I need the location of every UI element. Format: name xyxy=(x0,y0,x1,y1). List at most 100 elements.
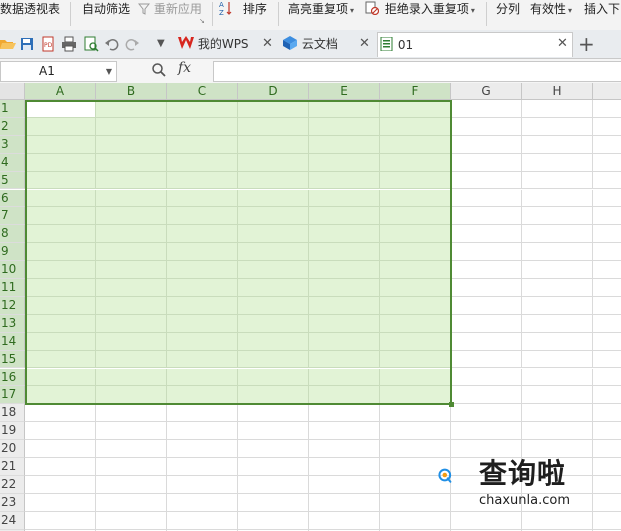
redo-icon[interactable] xyxy=(124,36,140,52)
cell[interactable] xyxy=(380,511,451,530)
cell[interactable] xyxy=(451,511,522,530)
cell[interactable] xyxy=(593,190,621,208)
save-icon[interactable] xyxy=(19,36,35,52)
cell[interactable] xyxy=(451,261,522,279)
cell[interactable] xyxy=(238,296,309,315)
highlight-duplicates-button[interactable]: 高亮重复项 ▾ xyxy=(288,0,354,22)
cell[interactable] xyxy=(593,458,621,476)
cell[interactable] xyxy=(593,476,621,494)
cell[interactable] xyxy=(451,296,522,315)
cell[interactable] xyxy=(380,117,451,136)
cell[interactable] xyxy=(309,135,380,154)
cell[interactable] xyxy=(238,493,309,512)
cell[interactable] xyxy=(593,422,621,441)
cell[interactable] xyxy=(25,225,96,244)
cell[interactable] xyxy=(238,171,309,190)
active-cell[interactable] xyxy=(25,100,96,118)
cell[interactable] xyxy=(96,171,167,190)
cell[interactable] xyxy=(96,135,167,154)
autofilter-button[interactable]: 自动筛选 xyxy=(82,0,130,22)
cell[interactable] xyxy=(25,135,96,154)
dialog-launcher-icon[interactable]: ↘ xyxy=(199,18,205,25)
cell[interactable] xyxy=(25,314,96,333)
cell[interactable] xyxy=(238,368,309,387)
insert-dropdown-button[interactable]: 插入下 xyxy=(584,0,620,22)
cell[interactable] xyxy=(238,458,309,476)
cell[interactable] xyxy=(238,475,309,494)
cell[interactable] xyxy=(451,404,522,423)
cell[interactable] xyxy=(380,314,451,333)
column-header-g[interactable]: G xyxy=(451,83,522,100)
cell[interactable] xyxy=(593,118,621,136)
row-header-2[interactable]: 2 xyxy=(0,117,25,136)
cell[interactable] xyxy=(167,117,238,136)
cell[interactable] xyxy=(25,458,96,476)
cell[interactable] xyxy=(167,332,238,351)
cell[interactable] xyxy=(593,279,621,297)
cell[interactable] xyxy=(167,350,238,369)
cell[interactable] xyxy=(451,314,522,333)
cell[interactable] xyxy=(380,422,451,441)
cell[interactable] xyxy=(593,351,621,369)
cell[interactable] xyxy=(451,350,522,369)
cell[interactable] xyxy=(167,261,238,279)
cell[interactable] xyxy=(522,261,593,279)
cell[interactable] xyxy=(522,189,593,208)
cell[interactable] xyxy=(593,100,621,118)
column-header-overflow[interactable] xyxy=(593,83,621,100)
cell[interactable] xyxy=(238,511,309,530)
cell[interactable] xyxy=(380,189,451,208)
cell[interactable] xyxy=(167,171,238,190)
cell[interactable] xyxy=(522,296,593,315)
cell[interactable] xyxy=(309,386,380,405)
cell[interactable] xyxy=(380,243,451,262)
cell[interactable] xyxy=(25,350,96,369)
cell[interactable] xyxy=(167,100,238,118)
cell[interactable] xyxy=(25,475,96,494)
formula-input[interactable] xyxy=(213,61,621,82)
cell[interactable] xyxy=(25,440,96,458)
cell[interactable] xyxy=(593,369,621,387)
cell[interactable] xyxy=(451,368,522,387)
cell[interactable] xyxy=(96,332,167,351)
cell[interactable] xyxy=(380,279,451,297)
cell[interactable] xyxy=(96,458,167,476)
cell[interactable] xyxy=(96,422,167,441)
cell[interactable] xyxy=(593,386,621,405)
cell[interactable] xyxy=(238,350,309,369)
cell[interactable] xyxy=(309,368,380,387)
row-header-23[interactable]: 23 xyxy=(0,493,25,512)
cell[interactable] xyxy=(309,243,380,262)
cell[interactable] xyxy=(25,153,96,172)
cell[interactable] xyxy=(167,404,238,423)
cell[interactable] xyxy=(238,261,309,279)
column-header-b[interactable]: B xyxy=(96,83,167,100)
cell[interactable] xyxy=(25,332,96,351)
quick-access-more-icon[interactable]: ▼ xyxy=(157,32,165,56)
cell[interactable] xyxy=(238,100,309,118)
cell[interactable] xyxy=(167,493,238,512)
row-header-7[interactable]: 7 xyxy=(0,207,25,226)
cell[interactable] xyxy=(380,261,451,279)
cell[interactable] xyxy=(96,261,167,279)
cell[interactable] xyxy=(167,296,238,315)
cell[interactable] xyxy=(96,117,167,136)
cell[interactable] xyxy=(167,511,238,530)
tab-sheet-01[interactable]: 01 xyxy=(377,32,573,57)
cell[interactable] xyxy=(25,261,96,279)
cell[interactable] xyxy=(309,440,380,458)
row-header-10[interactable]: 10 xyxy=(0,261,25,279)
cell[interactable] xyxy=(25,171,96,190)
cell[interactable] xyxy=(238,314,309,333)
row-header-8[interactable]: 8 xyxy=(0,225,25,244)
cell[interactable] xyxy=(380,386,451,405)
column-header-h[interactable]: H xyxy=(522,83,593,100)
cell[interactable] xyxy=(451,189,522,208)
cell[interactable] xyxy=(96,207,167,226)
cell[interactable] xyxy=(96,189,167,208)
cell[interactable] xyxy=(238,207,309,226)
cell[interactable] xyxy=(451,117,522,136)
cell[interactable] xyxy=(167,279,238,297)
cell[interactable] xyxy=(380,153,451,172)
cell[interactable] xyxy=(25,386,96,405)
